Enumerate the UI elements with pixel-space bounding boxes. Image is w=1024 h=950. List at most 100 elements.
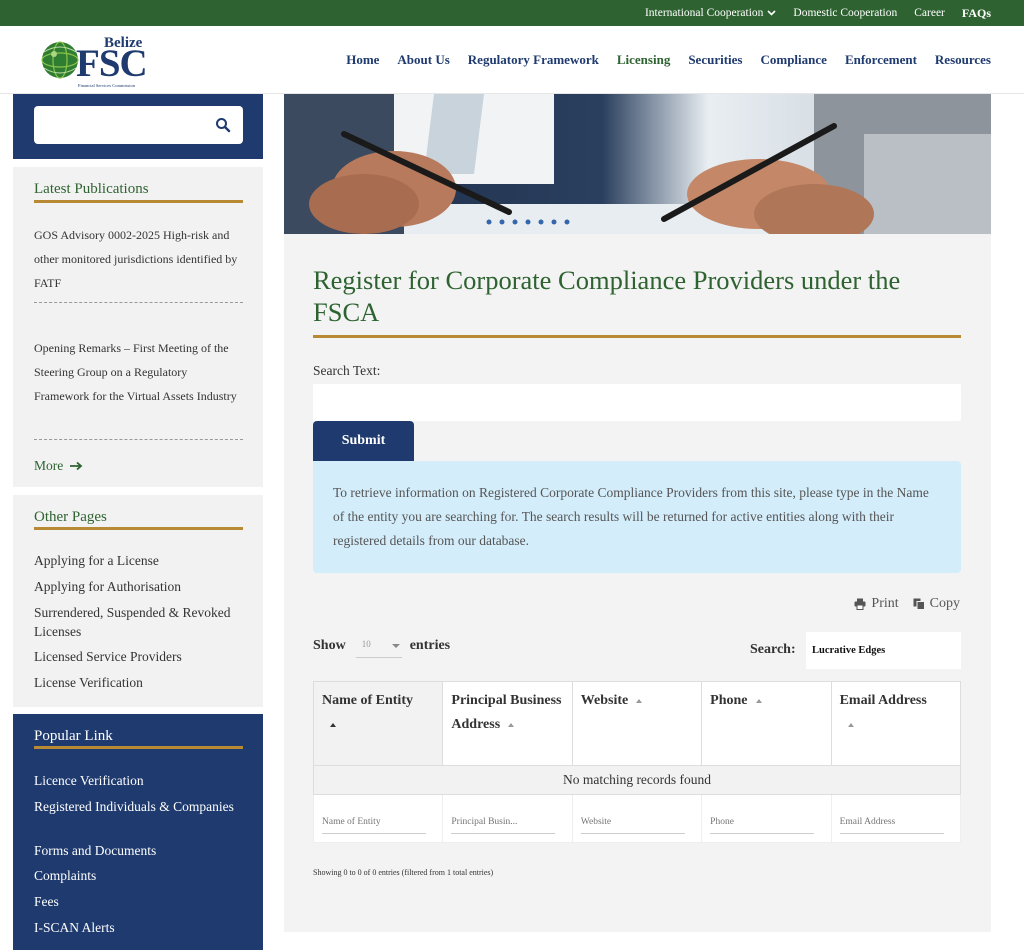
publication-link[interactable]: Opening Remarks – First Meeting of the S… (34, 336, 243, 408)
topbar-faqs[interactable]: FAQs (962, 6, 991, 21)
publication-separator (34, 439, 243, 440)
print-icon (854, 598, 866, 610)
chevron-down-icon (391, 644, 400, 648)
search-icon[interactable] (215, 117, 231, 133)
column-header-phone[interactable]: Phone (701, 681, 832, 766)
other-page-link[interactable]: Licensed Service Providers (34, 647, 243, 666)
popular-link[interactable]: I-SCAN Alerts (34, 918, 243, 937)
topbar-link-label: Domestic Cooperation (793, 7, 898, 19)
top-bar-links: International Cooperation Domestic Coope… (645, 0, 991, 26)
panel-divider (34, 746, 243, 749)
site-header: Belize FSC Financial Services Commission… (0, 26, 1024, 94)
copy-button[interactable]: Copy (913, 596, 960, 612)
page-title: Register for Corporate Compliance Provid… (313, 265, 901, 327)
chevron-down-icon (767, 10, 776, 16)
other-page-link[interactable]: License Verification (34, 673, 243, 692)
copy-icon (913, 598, 925, 610)
site-logo[interactable]: Belize FSC Financial Services Commission (40, 34, 155, 88)
search-text-label: Search Text: (313, 363, 381, 378)
nav-compliance[interactable]: Compliance (760, 52, 826, 68)
latest-publications-title: Latest Publications (34, 181, 149, 197)
filter-website-input[interactable] (580, 817, 685, 834)
topbar-link-label: FAQs (961, 5, 991, 20)
logo-tagline: Financial Services Commission (78, 83, 135, 88)
arrow-right-icon (70, 461, 83, 471)
panel-divider (34, 200, 243, 203)
other-pages-title: Other Pages (34, 509, 107, 525)
filter-cell (701, 794, 832, 843)
nav-regulatory-framework[interactable]: Regulatory Framework (468, 52, 599, 68)
popular-link[interactable]: Fees (34, 892, 243, 911)
hero-illustration (284, 94, 991, 234)
filter-address-input[interactable] (451, 817, 556, 834)
submit-button[interactable]: Submit (313, 421, 414, 461)
print-button[interactable]: Print (854, 596, 899, 612)
panel-divider (34, 527, 243, 530)
column-header-email-address[interactable]: Email Address (830, 681, 962, 766)
filter-email-input[interactable] (839, 817, 944, 834)
column-header-principal-business-address[interactable]: Principal Business Address (442, 681, 573, 766)
sort-icon (847, 722, 854, 727)
table-info: Showing 0 to 0 of 0 entries (filtered fr… (313, 868, 494, 877)
title-divider (313, 335, 961, 338)
sidebar-search-field (34, 106, 243, 144)
filter-phone-input[interactable] (710, 817, 815, 834)
topbar-career[interactable]: Career (914, 7, 945, 19)
filter-row (312, 794, 962, 843)
hero-image (284, 94, 991, 234)
publication-separator (34, 302, 243, 303)
sidebar-search-input[interactable] (34, 106, 204, 144)
search-text-input[interactable] (313, 384, 961, 421)
nav-enforcement[interactable]: Enforcement (845, 52, 917, 68)
other-page-link[interactable]: Applying for a License (34, 551, 243, 570)
topbar-link-label: International Cooperation (644, 7, 764, 19)
other-page-link[interactable]: Surrendered, Suspended & Revoked License… (34, 603, 243, 641)
topbar-domestic-cooperation[interactable]: Domestic Cooperation (793, 7, 897, 19)
popular-link[interactable]: Forms and Documents (34, 841, 243, 860)
logo-fsc: FSC (76, 42, 148, 85)
nav-about-us[interactable]: About Us (397, 52, 449, 68)
table-search-input[interactable] (806, 632, 961, 669)
filter-name-input[interactable] (322, 817, 426, 834)
page-length-control: Show 10 entries (313, 634, 450, 658)
column-header-website[interactable]: Website (571, 681, 703, 766)
table-search-label: Search: (750, 642, 796, 657)
column-header-label: Website (580, 693, 629, 708)
topbar-international-cooperation[interactable]: International Cooperation (645, 7, 776, 19)
column-header-label: Email Address (839, 693, 927, 708)
sort-icon (755, 698, 762, 703)
sidebar-search (13, 94, 263, 159)
popular-link-title: Popular Link (34, 728, 113, 744)
popular-link[interactable]: Licence Verification (34, 771, 243, 790)
nav-securities[interactable]: Securities (688, 52, 742, 68)
popular-link[interactable]: Complaints (34, 866, 243, 885)
nav-licensing[interactable]: Licensing (617, 52, 670, 68)
column-header-name-of-entity[interactable]: Name of Entity (312, 681, 444, 766)
publication-link[interactable]: GOS Advisory 0002-2025 High-risk and oth… (34, 223, 243, 295)
other-page-link[interactable]: Applying for Authorisation (34, 577, 243, 596)
empty-table-message: No matching records found (313, 765, 961, 795)
filter-cell (442, 794, 573, 843)
sort-icon (636, 698, 643, 703)
info-message: To retrieve information on Registered Co… (313, 461, 961, 573)
popular-link-panel: Popular Link Licence Verification Regist… (13, 714, 263, 950)
filter-cell (830, 794, 962, 843)
topbar-link-label: Career (914, 7, 945, 19)
nav-home[interactable]: Home (346, 52, 379, 68)
page-length-value: 10 (361, 639, 371, 649)
page-length-select[interactable]: 10 (355, 634, 402, 658)
filter-cell (312, 794, 444, 843)
print-label: Print (871, 596, 899, 611)
nav-resources[interactable]: Resources (935, 52, 991, 68)
entries-label: entries (409, 638, 451, 653)
column-header-label: Principal Business Address (451, 693, 562, 732)
main-nav: Home About Us Regulatory Framework Licen… (346, 52, 991, 68)
column-header-label: Phone (710, 693, 748, 708)
more-label: More (34, 458, 64, 473)
top-bar: International Cooperation Domestic Coope… (0, 0, 1024, 26)
popular-link[interactable]: Registered Individuals & Companies (34, 797, 243, 816)
more-link[interactable]: More (34, 458, 83, 474)
sort-icon (508, 722, 515, 727)
sort-asc-icon (330, 722, 336, 727)
copy-label: Copy (929, 596, 960, 611)
